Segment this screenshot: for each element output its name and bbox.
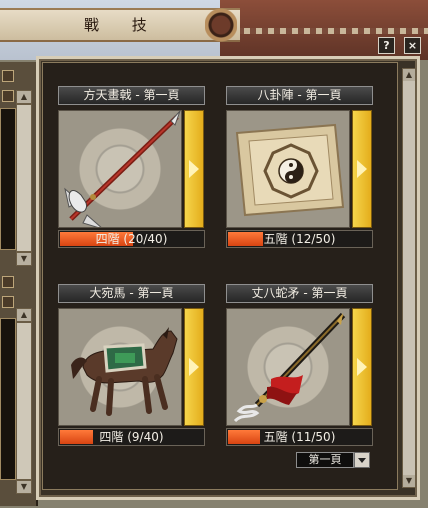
panel-tab-icon[interactable] bbox=[2, 70, 14, 82]
skill-card-header: 方天畫戟 - 第一頁 bbox=[58, 86, 205, 105]
skill-progress-bar: 五階 (11/50) bbox=[226, 428, 373, 446]
horse-icon bbox=[71, 327, 178, 416]
skill-level-text: 五階 (12/50) bbox=[263, 232, 336, 246]
skill-progress-bar: 四階 (9/40) bbox=[58, 428, 205, 446]
skill-detail-arrow[interactable] bbox=[184, 308, 204, 426]
help-button[interactable]: ? bbox=[378, 37, 395, 54]
left-scroll-up-arrow[interactable]: ▲ bbox=[16, 90, 32, 104]
skill-card[interactable]: 八卦陣 - 第一頁 五階 (12/50) bbox=[226, 86, 373, 248]
skill-level-text: 四階 (9/40) bbox=[99, 430, 164, 444]
chevron-down-icon[interactable] bbox=[354, 452, 370, 468]
left-scrollbar[interactable] bbox=[16, 104, 32, 252]
skill-level-text: 四階 (20/40) bbox=[95, 232, 168, 246]
window-title: 戰 技 bbox=[84, 16, 161, 34]
window-scrollbar[interactable]: ▲ ▼ bbox=[402, 68, 416, 488]
arrow-right-icon bbox=[357, 160, 367, 178]
skill-card-image[interactable] bbox=[226, 308, 350, 426]
page-select[interactable]: 第一頁 bbox=[296, 452, 370, 468]
skill-card[interactable]: 方天畫戟 - 第一頁 四階 (20/40) bbox=[58, 86, 205, 248]
panel-tab-icon[interactable] bbox=[2, 90, 14, 102]
left-scroll-up-arrow[interactable]: ▲ bbox=[16, 308, 32, 322]
background-rooftops bbox=[220, 0, 428, 60]
scroll-up-arrow[interactable]: ▲ bbox=[403, 69, 415, 81]
skill-detail-arrow[interactable] bbox=[352, 110, 372, 228]
close-button[interactable]: × bbox=[404, 37, 421, 54]
skill-card-header: 八卦陣 - 第一頁 bbox=[226, 86, 373, 105]
halberd-icon bbox=[64, 110, 181, 230]
skill-card-image[interactable] bbox=[58, 110, 182, 230]
left-side-panel: ▲ ▼ ▲ ▼ bbox=[0, 62, 38, 506]
arrow-right-icon bbox=[357, 358, 367, 376]
arrow-right-icon bbox=[189, 358, 199, 376]
skill-progress-bar: 五階 (12/50) bbox=[226, 230, 373, 248]
title-ornament bbox=[205, 4, 237, 46]
arrow-right-icon bbox=[189, 160, 199, 178]
panel-tab-icon[interactable] bbox=[2, 296, 14, 308]
skill-card-header: 大宛馬 - 第一頁 bbox=[58, 284, 205, 303]
panel-tab-icon[interactable] bbox=[2, 276, 14, 288]
left-scrollbar[interactable] bbox=[16, 322, 32, 480]
left-list-box bbox=[0, 108, 16, 250]
skill-card-image[interactable] bbox=[58, 308, 182, 426]
left-scroll-down-arrow[interactable]: ▼ bbox=[16, 480, 32, 494]
skill-card[interactable]: 大宛馬 - 第一頁 四階 (9/40) bbox=[58, 284, 205, 446]
skill-card[interactable]: 丈八蛇矛 - 第一頁 五階 (11/50) bbox=[226, 284, 373, 446]
skill-card-image[interactable] bbox=[226, 110, 350, 228]
skill-level-text: 五階 (11/50) bbox=[263, 430, 336, 444]
serpent-spear-icon bbox=[233, 312, 346, 423]
bagua-scroll-icon bbox=[235, 123, 345, 217]
left-scroll-down-arrow[interactable]: ▼ bbox=[16, 252, 32, 266]
skill-progress-bar: 四階 (20/40) bbox=[58, 230, 205, 248]
scroll-down-arrow[interactable]: ▼ bbox=[403, 475, 415, 487]
left-list-box bbox=[0, 318, 16, 480]
skill-detail-arrow[interactable] bbox=[184, 110, 204, 228]
page-select-value[interactable]: 第一頁 bbox=[296, 452, 354, 468]
skill-card-header: 丈八蛇矛 - 第一頁 bbox=[226, 284, 373, 303]
skill-detail-arrow[interactable] bbox=[352, 308, 372, 426]
